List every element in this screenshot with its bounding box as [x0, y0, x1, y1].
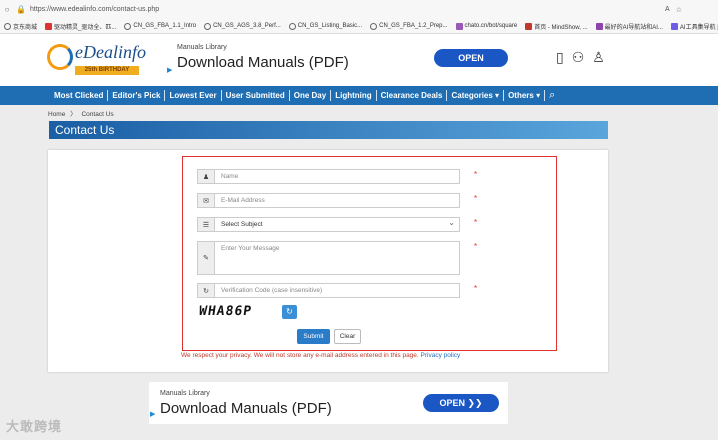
logo-mark-icon [47, 44, 73, 70]
ad-choices-icon[interactable]: ▶ [167, 66, 172, 74]
captcha-refresh-button[interactable]: ↻ [282, 305, 297, 319]
page: eDealinfo 25th BIRTHDAY Manuals Library … [0, 34, 718, 440]
email-row: ✉ E-Mail Address [197, 193, 460, 208]
message-textarea[interactable]: Enter Your Message [215, 241, 460, 275]
bookmark-item[interactable]: CN_GS_FBA_1.1_Intro [124, 22, 196, 30]
submit-button[interactable]: Submit [297, 329, 330, 344]
ad-banner-top[interactable]: Manuals Library Download Manuals (PDF) O… [166, 40, 516, 80]
share-icon[interactable]: ⚇ [572, 49, 585, 66]
bookmark-item[interactable]: 首页 - MindShow, ... [525, 22, 588, 31]
captcha-image: WHA86P [197, 304, 254, 319]
breadcrumb-current: Contact Us [81, 111, 114, 118]
captcha-row: ↻ Verification Code (case insensitive) [197, 283, 460, 298]
envelope-icon: ✉ [197, 193, 215, 208]
site-logo[interactable]: eDealinfo 25th BIRTHDAY [47, 42, 147, 78]
shield-icon: ○ [4, 5, 10, 14]
bookmark-favicon-icon [45, 22, 53, 30]
ad-open-button[interactable]: OPEN ❯❯ [423, 394, 499, 412]
list-icon: ☰ [197, 217, 215, 232]
name-row: ♟ Name [197, 169, 460, 184]
subject-row: ☰ Select Subject [197, 216, 460, 232]
refresh-icon: ↻ [197, 283, 215, 298]
bookmark-item[interactable]: 驱动精灵_驱动全、匹... [45, 22, 116, 31]
ad-banner-bottom[interactable]: Manuals Library Download Manuals (PDF) O… [149, 382, 508, 424]
required-mark: * [474, 218, 478, 227]
subject-select[interactable]: Select Subject [215, 216, 460, 232]
bookmarks-bar: 京东商城 驱动精灵_驱动全、匹... CN_GS_FBA_1.1_Intro C… [0, 19, 718, 34]
user-icon: ♟ [197, 169, 215, 184]
watermark: 大敢跨境 [6, 419, 63, 434]
main-nav: Most Clicked Editor's Pick Lowest Ever U… [0, 86, 718, 105]
message-row: ✎ Enter Your Message [197, 241, 460, 275]
translate-icon[interactable]: A [665, 6, 670, 14]
required-mark: * [474, 242, 478, 251]
globe-icon [288, 22, 296, 30]
breadcrumb-home[interactable]: Home [48, 111, 65, 118]
bookmark-item[interactable]: 京东商城 [4, 22, 37, 31]
contact-card: ♟ Name * ✉ E-Mail Address * ☰ Select Sub… [48, 150, 608, 372]
nav-one-day[interactable]: One Day [290, 90, 332, 101]
globe-icon [204, 22, 212, 30]
ad-sponsor: Manuals Library [160, 390, 210, 397]
nav-clearance-deals[interactable]: Clearance Deals [377, 90, 448, 101]
ad-open-button[interactable]: OPEN [434, 49, 508, 67]
globe-icon [4, 22, 11, 30]
clear-button[interactable]: Clear [334, 329, 361, 344]
star-icon[interactable]: ☆ [676, 6, 682, 14]
nav-editors-pick[interactable]: Editor's Pick [108, 90, 166, 101]
search-icon[interactable]: ⌕ [549, 89, 555, 102]
privacy-notice: We respect your privacy. We will not sto… [181, 352, 460, 359]
bookmark-favicon-icon [670, 22, 678, 30]
ad-headline: Download Manuals (PDF) [177, 54, 349, 71]
required-mark: * [474, 194, 478, 203]
ad-headline: Download Manuals (PDF) [160, 400, 332, 417]
nav-most-clicked[interactable]: Most Clicked [50, 90, 109, 101]
nav-others[interactable]: Others ▾ [504, 90, 546, 101]
page-title: Contact Us [49, 121, 608, 139]
site-header: eDealinfo 25th BIRTHDAY Manuals Library … [0, 34, 718, 86]
email-input[interactable]: E-Mail Address [215, 193, 460, 208]
privacy-policy-link[interactable]: Privacy policy [421, 352, 461, 359]
verification-code-input[interactable]: Verification Code (case insensitive) [215, 283, 460, 298]
required-mark: * [474, 284, 478, 293]
globe-icon [124, 22, 132, 30]
browser-address-bar[interactable]: ○ 🔒 https://www.edealinfo.com/contact-us… [0, 0, 718, 19]
mobile-icon[interactable]: ▯ [556, 49, 564, 66]
bookmark-item[interactable]: CN_GS_Listing_Basic... [288, 22, 362, 30]
bookmark-favicon-icon [525, 22, 533, 30]
nav-categories[interactable]: Categories ▾ [447, 90, 505, 101]
bookmark-item[interactable]: AI工具集导航 | 500+ ... [670, 22, 718, 31]
nav-lightning[interactable]: Lightning [331, 90, 377, 101]
breadcrumb: Home 〉 Contact Us [48, 108, 117, 118]
contact-form: ♟ Name * ✉ E-Mail Address * ☰ Select Sub… [182, 156, 557, 351]
breadcrumb-separator-icon: 〉 [70, 111, 77, 118]
bookmark-favicon-icon [455, 22, 463, 30]
globe-icon [370, 22, 378, 30]
url-text[interactable]: https://www.edealinfo.com/contact-us.php [30, 6, 665, 13]
nav-lowest-ever[interactable]: Lowest Ever [165, 90, 222, 101]
logo-tagline: 25th BIRTHDAY [75, 66, 139, 75]
bookmark-item[interactable]: CN_GS_FBA_1.2_Prep... [370, 22, 448, 30]
ad-choices-icon[interactable]: ▶ [150, 410, 155, 418]
name-input[interactable]: Name [215, 169, 460, 184]
bookmark-favicon-icon [595, 22, 603, 30]
bookmark-item[interactable]: chato.cn/bot/square [455, 22, 517, 30]
required-mark: * [474, 170, 478, 179]
nav-user-submitted[interactable]: User Submitted [222, 90, 290, 101]
lock-icon: 🔒 [16, 5, 26, 14]
privacy-text: We respect your privacy. We will not sto… [181, 352, 419, 359]
bookmark-item[interactable]: 最好的AI导航站和AI... [595, 22, 663, 31]
pencil-icon: ✎ [197, 241, 215, 275]
bookmark-item[interactable]: CN_GS_AGS_3.8_Perf... [204, 22, 281, 30]
user-icon[interactable]: ♙ [592, 49, 605, 66]
ad-sponsor: Manuals Library [177, 44, 227, 51]
header-icons: ▯ ⚇ ♙ [556, 49, 605, 66]
logo-name: eDealinfo [75, 42, 146, 62]
refresh-icon: ↻ [286, 307, 293, 316]
